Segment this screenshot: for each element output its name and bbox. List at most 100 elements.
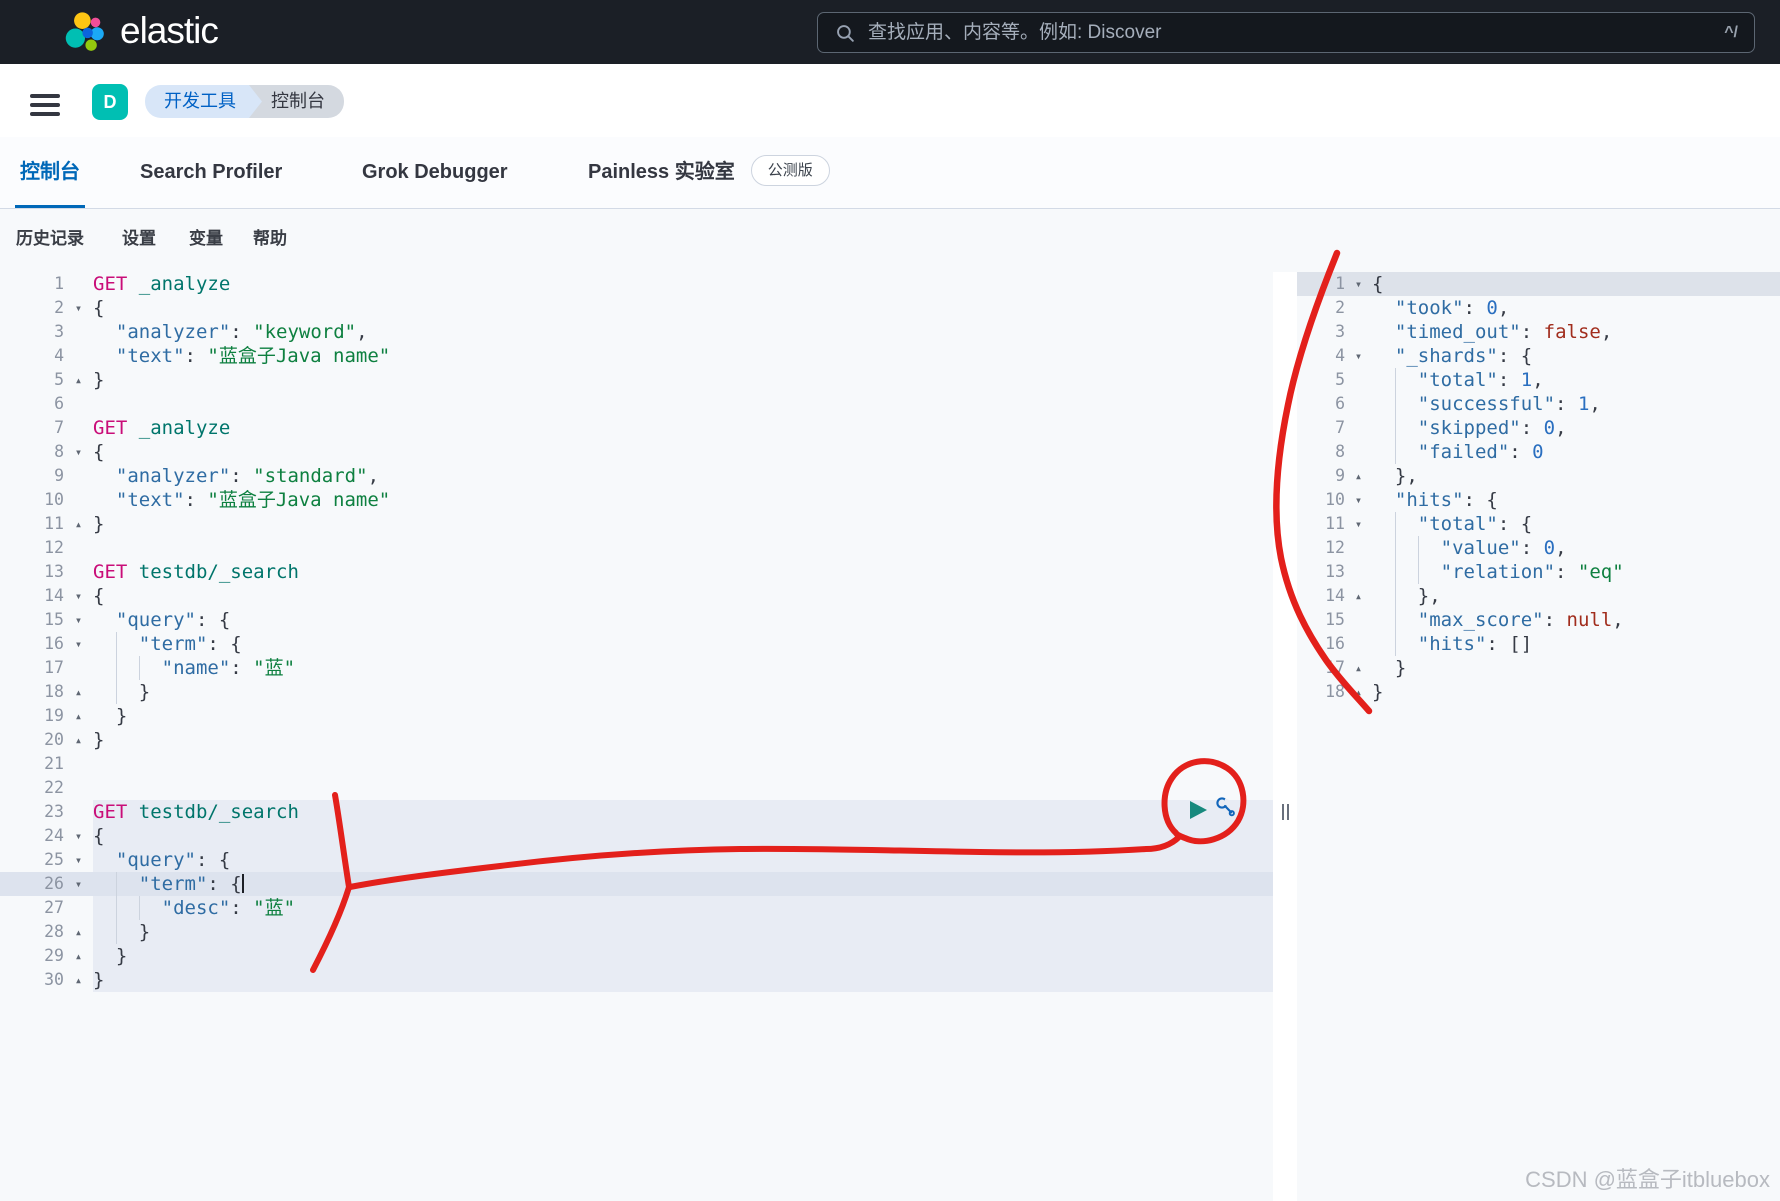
code-line[interactable]: 15 "max_score": null, — [1297, 608, 1780, 632]
code-line[interactable]: 16▾ "term": { — [0, 632, 1273, 656]
code-line[interactable]: 14▾{ — [0, 584, 1273, 608]
code-line[interactable]: 1GET _analyze — [0, 272, 1273, 296]
fold-arrow-icon[interactable]: ▾ — [64, 296, 93, 320]
space-avatar[interactable]: D — [92, 84, 128, 120]
code-line[interactable]: 28▴ } — [0, 920, 1273, 944]
console-menu-item-1[interactable]: 设置 — [122, 209, 156, 272]
code-line[interactable]: 23GET testdb/_search — [0, 800, 1273, 824]
code-line[interactable]: 17▴ } — [1297, 656, 1780, 680]
fold-arrow-icon[interactable]: ▴ — [64, 944, 93, 968]
fold-arrow-icon[interactable]: ▴ — [64, 368, 93, 392]
menu-icon[interactable] — [30, 94, 60, 116]
fold-arrow-icon[interactable]: ▾ — [64, 632, 93, 656]
search-input[interactable] — [818, 13, 1754, 52]
tab-grok-debugger[interactable]: Grok Debugger — [362, 137, 508, 208]
console-menu-item-3[interactable]: 帮助 — [253, 209, 287, 272]
code-line[interactable]: 5 "total": 1, — [1297, 368, 1780, 392]
code-text: "text": "蓝盒子Java name" — [93, 344, 1273, 368]
code-line[interactable]: 27 "desc": "蓝" — [0, 896, 1273, 920]
fold-arrow-icon[interactable]: ▾ — [1345, 272, 1372, 296]
fold-arrow-icon[interactable]: ▾ — [1345, 344, 1372, 368]
code-line[interactable]: 18▴} — [1297, 680, 1780, 704]
code-line[interactable]: 3 "timed_out": false, — [1297, 320, 1780, 344]
code-line[interactable]: 13 "relation": "eq" — [1297, 560, 1780, 584]
code-line[interactable]: 22 — [0, 776, 1273, 800]
tab-console[interactable]: 控制台 — [20, 137, 80, 208]
line-number: 17 — [1297, 656, 1345, 680]
pane-resize-handle[interactable] — [1273, 272, 1297, 1201]
code-line[interactable]: 3 "analyzer": "keyword", — [0, 320, 1273, 344]
code-line[interactable]: 11▾ "total": { — [1297, 512, 1780, 536]
global-search: ^/ — [817, 12, 1755, 53]
request-editor[interactable]: 1GET _analyze2▾{3 "analyzer": "keyword",… — [0, 272, 1273, 1201]
code-line[interactable]: 1▾{ — [1297, 272, 1780, 296]
breadcrumb-dev-tools[interactable]: 开发工具 — [145, 85, 262, 118]
code-line[interactable]: 10▾ "hits": { — [1297, 488, 1780, 512]
code-line[interactable]: 20▴} — [0, 728, 1273, 752]
code-text: "desc": "蓝" — [93, 896, 1273, 920]
code-line[interactable]: 13GET testdb/_search — [0, 560, 1273, 584]
fold-arrow-icon[interactable]: ▴ — [64, 704, 93, 728]
code-line[interactable]: 6 "successful": 1, — [1297, 392, 1780, 416]
code-line[interactable]: 9 "analyzer": "standard", — [0, 464, 1273, 488]
fold-arrow-icon[interactable]: ▴ — [64, 968, 93, 992]
code-line[interactable]: 19▴ } — [0, 704, 1273, 728]
line-number: 13 — [1297, 560, 1345, 584]
code-line[interactable]: 11▴} — [0, 512, 1273, 536]
code-line[interactable]: 9▴ }, — [1297, 464, 1780, 488]
code-line[interactable]: 17 "name": "蓝" — [0, 656, 1273, 680]
code-line[interactable]: 7 "skipped": 0, — [1297, 416, 1780, 440]
code-line[interactable]: 25▾ "query": { — [0, 848, 1273, 872]
response-viewer[interactable]: 1▾{2 "took": 0,3 "timed_out": false,4▾ "… — [1297, 272, 1780, 1201]
fold-arrow-icon[interactable]: ▾ — [1345, 488, 1372, 512]
code-line[interactable]: 18▴ } — [0, 680, 1273, 704]
code-line[interactable]: 10 "text": "蓝盒子Java name" — [0, 488, 1273, 512]
wrench-icon[interactable] — [1213, 795, 1237, 819]
line-number: 24 — [0, 824, 64, 848]
code-line[interactable]: 6 — [0, 392, 1273, 416]
fold-arrow-icon[interactable]: ▾ — [64, 608, 93, 632]
code-line[interactable]: 8 "failed": 0 — [1297, 440, 1780, 464]
fold-arrow-icon[interactable]: ▾ — [1345, 512, 1372, 536]
code-line[interactable]: 15▾ "query": { — [0, 608, 1273, 632]
tab-search-profiler[interactable]: Search Profiler — [140, 137, 282, 208]
fold-arrow-icon[interactable]: ▴ — [64, 728, 93, 752]
console-menu-item-2[interactable]: 变量 — [189, 209, 223, 272]
code-line[interactable]: 8▾{ — [0, 440, 1273, 464]
fold-arrow-icon[interactable]: ▴ — [1345, 464, 1372, 488]
code-text: }, — [1372, 464, 1780, 488]
fold-arrow-icon[interactable]: ▴ — [64, 680, 93, 704]
fold-arrow-icon[interactable]: ▾ — [64, 848, 93, 872]
fold-arrow-icon[interactable]: ▴ — [1345, 584, 1372, 608]
indent-guide — [1395, 368, 1396, 392]
fold-arrow-icon[interactable]: ▴ — [64, 920, 93, 944]
fold-arrow-icon[interactable]: ▾ — [64, 824, 93, 848]
code-line[interactable]: 21 — [0, 752, 1273, 776]
console-menu-item-0[interactable]: 历史记录 — [16, 209, 84, 272]
indent-guide — [1395, 392, 1396, 416]
fold-arrow-icon — [64, 416, 93, 440]
send-request-icon[interactable] — [1190, 801, 1207, 819]
code-line[interactable]: 16 "hits": [] — [1297, 632, 1780, 656]
code-line[interactable]: 4▾ "_shards": { — [1297, 344, 1780, 368]
fold-arrow-icon[interactable]: ▴ — [1345, 680, 1372, 704]
code-line[interactable]: 14▴ }, — [1297, 584, 1780, 608]
code-line[interactable]: 12 "value": 0, — [1297, 536, 1780, 560]
code-line[interactable]: 26▾ "term": { — [0, 872, 1273, 896]
code-line[interactable]: 12 — [0, 536, 1273, 560]
line-number: 11 — [1297, 512, 1345, 536]
code-line[interactable]: 24▾{ — [0, 824, 1273, 848]
fold-arrow-icon[interactable]: ▴ — [64, 512, 93, 536]
fold-arrow-icon[interactable]: ▾ — [64, 872, 93, 896]
code-line[interactable]: 30▴} — [0, 968, 1273, 992]
code-line[interactable]: 2 "took": 0, — [1297, 296, 1780, 320]
fold-arrow-icon[interactable]: ▾ — [64, 440, 93, 464]
fold-arrow-icon[interactable]: ▾ — [64, 584, 93, 608]
code-line[interactable]: 5▴} — [0, 368, 1273, 392]
code-line[interactable]: 4 "text": "蓝盒子Java name" — [0, 344, 1273, 368]
fold-arrow-icon[interactable]: ▴ — [1345, 656, 1372, 680]
code-line[interactable]: 7GET _analyze — [0, 416, 1273, 440]
tab-painless[interactable]: Painless 实验室公测版 — [588, 137, 830, 208]
code-line[interactable]: 29▴ } — [0, 944, 1273, 968]
code-line[interactable]: 2▾{ — [0, 296, 1273, 320]
